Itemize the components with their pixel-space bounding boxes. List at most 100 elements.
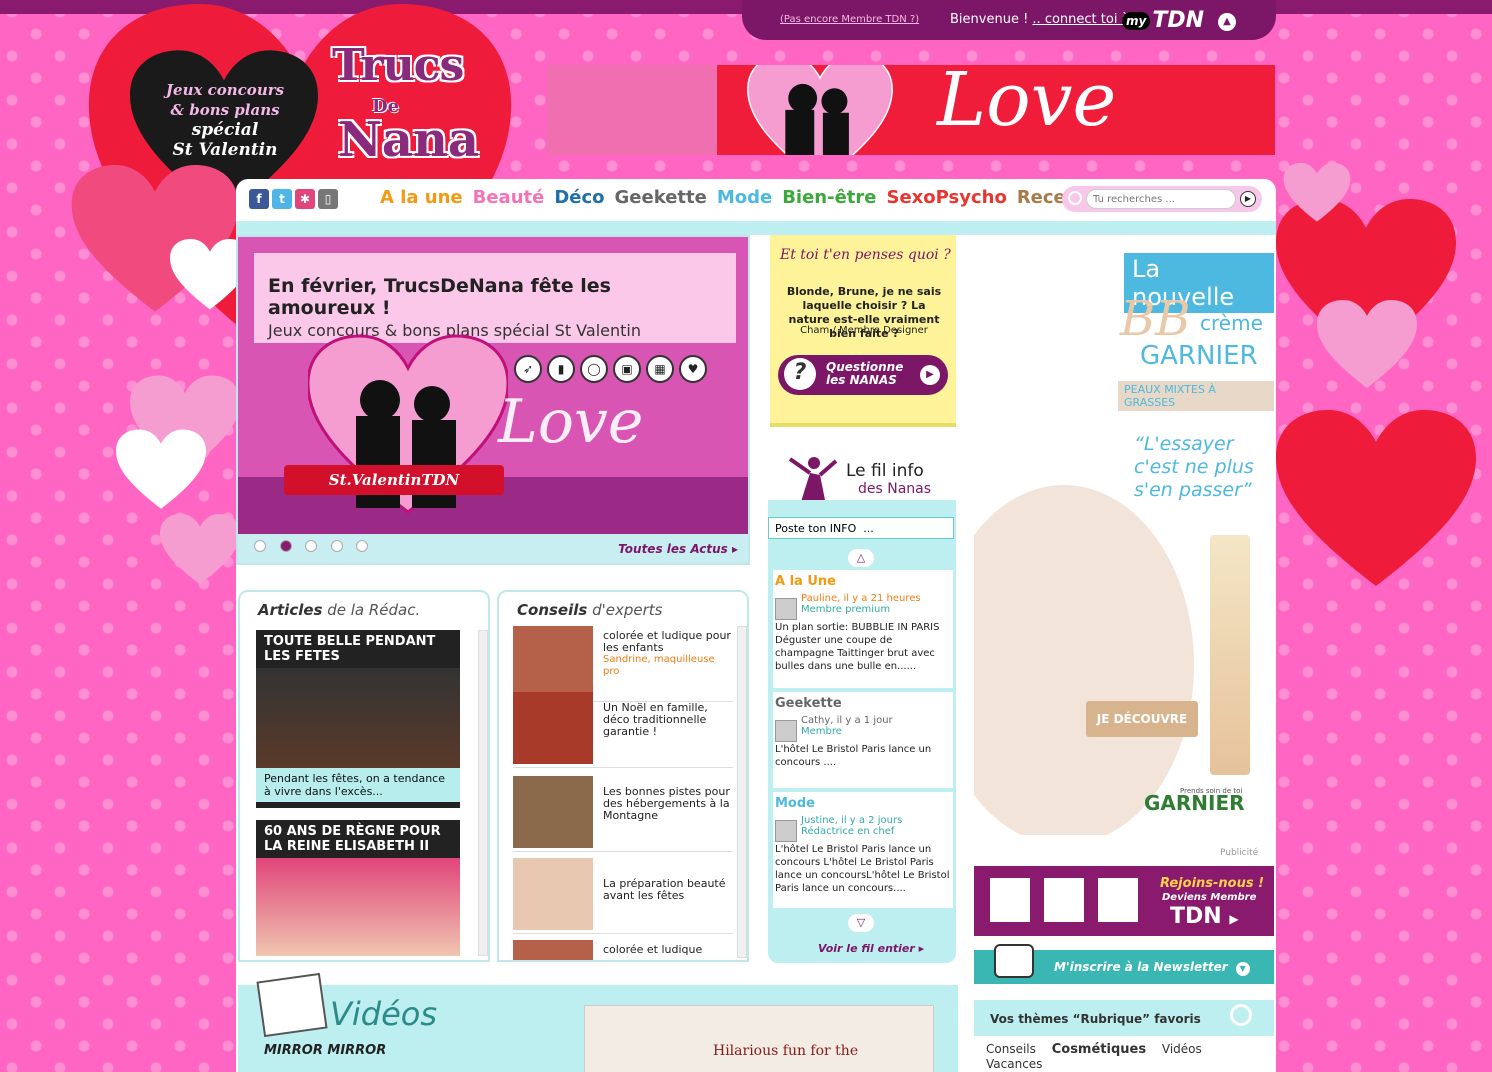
article-card-2[interactable]: 60 ans de règne pour la reine ELISABETH …: [256, 820, 460, 956]
ad-logo: GARNIER: [1144, 791, 1245, 815]
conseil-text-3: Les bonnes pistes pour des hébergements …: [603, 785, 730, 822]
social-links: f t ✱ ▯: [249, 189, 338, 209]
fil-scroll-down-icon[interactable]: ▽: [848, 914, 874, 932]
chevron-down-icon: ▼: [1235, 962, 1250, 976]
arrow-icon: ➶: [514, 355, 542, 383]
conseil-thumb-3: [513, 776, 593, 848]
video-thumbnail[interactable]: Hilarious fun for the: [584, 1005, 934, 1072]
facebook-icon[interactable]: f: [249, 189, 269, 209]
theme-vacances[interactable]: Vacances: [986, 1057, 1042, 1071]
join-subtitle: Deviens Membre: [1162, 892, 1257, 903]
perfume-icon: ▮: [547, 355, 575, 383]
fil-scroll-up-icon[interactable]: △: [848, 549, 874, 567]
conseil-text-5: colorée et ludique: [603, 943, 703, 956]
conseil-item-1[interactable]: colorée et ludique pour les enfants Sandr…: [513, 626, 733, 702]
mytdn-logo[interactable]: my TDN: [1122, 8, 1204, 33]
join-title: Rejoins-nous !: [1160, 876, 1265, 891]
twitter-icon[interactable]: t: [272, 189, 292, 209]
gift-icon: ▦: [646, 355, 674, 383]
conseil-item-3[interactable]: Les bonnes pistes pour des hébergements …: [513, 776, 733, 852]
fil-role-1: Membre premium: [801, 604, 891, 615]
conseil-text-2: Un Noël en famille, déco traditionnelle …: [603, 701, 708, 738]
couple-heart-icon: [747, 65, 893, 155]
fil-entry-3[interactable]: Mode Justine, il y a 2 jours Rédactrice …: [773, 792, 953, 908]
site-logo[interactable]: Trucs De Nana: [312, 30, 482, 180]
fil-info-header: Le fil info des Nanas: [768, 455, 956, 505]
nav-sexopsycho[interactable]: SexoPsycho: [886, 187, 1006, 208]
nav-a-la-une[interactable]: A la une: [380, 187, 463, 208]
connect-link[interactable]: .. connect toi à: [1032, 12, 1129, 27]
nav-divider: [236, 221, 1276, 235]
slider-dot-4[interactable]: [330, 540, 343, 552]
clapperboard-icon: [256, 972, 328, 1038]
member-photo-3: [1098, 878, 1138, 922]
post-info-input[interactable]: [768, 517, 954, 539]
collapse-arrow-icon[interactable]: ▲: [1218, 13, 1236, 31]
garnier-ad[interactable]: La nouvelle BB crème GARNIER PEAUX MIXTE…: [974, 235, 1274, 835]
slider-ribbon: St.ValentinTDN: [284, 465, 504, 495]
slider-dot-2[interactable]: [279, 540, 292, 552]
ad-skin-type: PEAUX MIXTES À GRASSES: [1118, 381, 1274, 411]
video-movie-title[interactable]: MIRROR MIRROR: [264, 1043, 386, 1058]
article-caption-1: Pendant les fêtes, on a tendance à vivre…: [256, 768, 460, 802]
avatar: [775, 720, 797, 742]
all-news-link[interactable]: Toutes les Actus ▸: [618, 542, 738, 556]
nav-beaute[interactable]: Beauté: [473, 187, 545, 208]
welcome-text: Bienvenue ! .. connect toi à: [950, 12, 1130, 27]
videos-section: Vidéos MIRROR MIRROR Hilarious fun for t…: [238, 972, 958, 1072]
nav-mode[interactable]: Mode: [717, 187, 772, 208]
postit-question: Et toi t'en penses quoi ?: [780, 247, 951, 263]
true-love-heart-decor: [1312, 300, 1422, 390]
conseil-thumb-4: [513, 858, 593, 930]
see-all-fil-link[interactable]: Voir le fil entier ▸: [818, 942, 924, 955]
search-icon[interactable]: [1230, 1004, 1252, 1026]
fil-entry-2[interactable]: Geekette Cathy, il y a 1 jour Membre L'h…: [773, 692, 953, 788]
ad-quote: “L'essayer c'est ne plus s'en passer”: [1134, 433, 1254, 501]
flickr-icon[interactable]: ✱: [295, 189, 315, 209]
not-member-link[interactable]: (Pas encore Membre TDN ?): [780, 14, 919, 25]
conseils-title: Conseils d'experts: [517, 601, 663, 619]
nav-geekette[interactable]: Geekette: [615, 187, 707, 208]
fil-info-title: Le fil info: [846, 461, 924, 481]
article-title-2: 60 ans de règne pour la reine ELISABETH …: [264, 824, 441, 854]
go-arrow-icon: ▶: [920, 365, 940, 385]
theme-conseils[interactable]: Conseils: [986, 1042, 1036, 1056]
mobile-icon[interactable]: ▯: [318, 189, 338, 209]
theme-cosmetiques[interactable]: Cosmétiques: [1052, 1042, 1146, 1057]
slider-dot-5[interactable]: [356, 540, 368, 552]
search-go-icon[interactable]: ▶: [1240, 191, 1256, 207]
slider-footer: Toutes les Actus ▸: [238, 534, 748, 563]
ad-brand: GARNIER: [1140, 341, 1258, 371]
conseil-thumb-1: [513, 626, 593, 698]
fil-author-2: Cathy, il y a 1 jour: [801, 715, 893, 726]
articles-panel: Articles de la Rédac. TOUTE BELLE PENDAN…: [238, 590, 490, 962]
love-heart-decor: [1282, 163, 1352, 223]
slider-dot-1[interactable]: [254, 540, 266, 552]
love-banner[interactable]: Love: [547, 65, 1275, 155]
join-tdn: TDN ▶: [1170, 904, 1239, 929]
search-input[interactable]: [1086, 189, 1236, 209]
join-banner[interactable]: Rejoins-nous ! Deviens Membre TDN ▶: [974, 866, 1274, 936]
themes-list: Conseils Cosmétiques Vidéos Vacances: [974, 1036, 1274, 1072]
pink-heart-decor: [160, 500, 240, 600]
article-card-1[interactable]: TOUTE BELLE PENDANT LES FETES Pendant le…: [256, 630, 460, 808]
postit-author: Cham / Membre Designer: [800, 325, 928, 336]
conseil-item-5[interactable]: colorée et ludique: [513, 940, 733, 960]
fil-info-subtitle: des Nanas: [858, 481, 932, 497]
conseil-item-2[interactable]: Un Noël en famille, déco traditionnelle …: [513, 692, 733, 768]
fil-entry-1[interactable]: A la Une Pauline, il y a 21 heures Membr…: [773, 570, 953, 688]
articles-scrollbar[interactable]: [478, 630, 488, 956]
featured-slider[interactable]: En février, TrucsDeNana fête les amoureu…: [236, 235, 750, 565]
je-decouvre-button[interactable]: JE DÉCOUVRE: [1086, 701, 1198, 737]
conseil-text-4: La préparation beauté avant les fêtes: [603, 877, 726, 902]
newsletter-signup[interactable]: M'inscrire à la Newsletter ▼: [974, 944, 1274, 984]
nav-bien-etre[interactable]: Bien-être: [782, 187, 876, 208]
conseils-scrollbar[interactable]: [737, 626, 747, 958]
slider-dot-3[interactable]: [305, 540, 317, 552]
theme-videos[interactable]: Vidéos: [1162, 1042, 1202, 1056]
articles-title: Articles de la Rédac.: [258, 601, 421, 619]
ring-icon: ◯: [580, 355, 608, 383]
questionne-nanas-button[interactable]: ? Questionne les NANAS ▶: [778, 355, 948, 395]
nav-deco[interactable]: Déco: [554, 187, 604, 208]
conseil-item-4[interactable]: La préparation beauté avant les fêtes: [513, 858, 733, 934]
